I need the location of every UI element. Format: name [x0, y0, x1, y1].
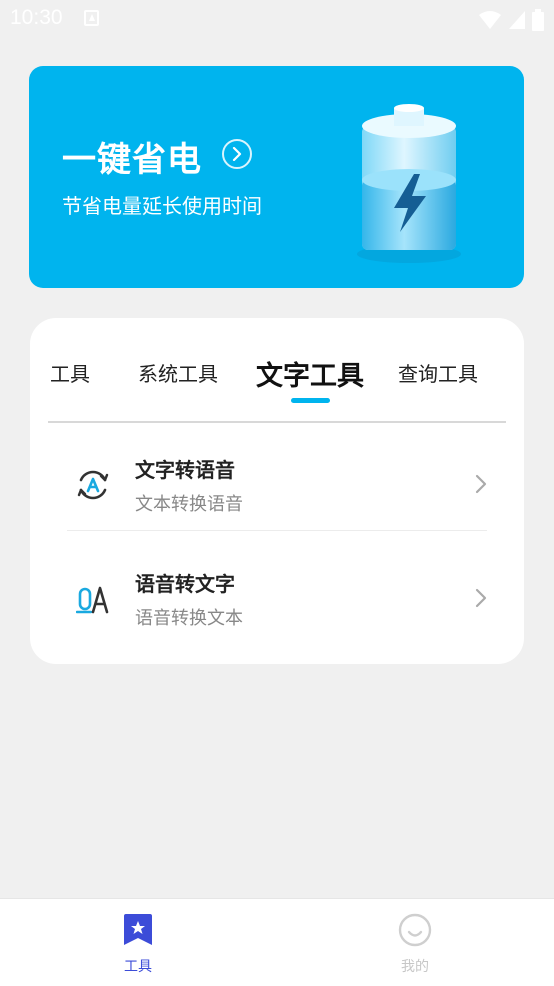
- chevron-right-icon: [475, 474, 487, 494]
- status-bar: 10:30: [0, 0, 554, 38]
- power-saving-banner[interactable]: 一键省电 节省电量延长使用时间: [29, 66, 524, 288]
- nav-item-tools[interactable]: 工具: [78, 899, 198, 986]
- tools-card: 工具 系统工具 文字工具 查询工具 文字转语音 文本转换语音 语音转文字 语音转…: [30, 318, 524, 664]
- tabs-divider: [48, 421, 506, 423]
- tab-tools[interactable]: 工具: [50, 358, 90, 387]
- tab-text-tools[interactable]: 文字工具: [256, 354, 364, 393]
- status-time: 10:30: [10, 6, 63, 29]
- battery-icon: [357, 104, 461, 263]
- chevron-right-icon: [475, 588, 487, 608]
- item-title: 文字转语音: [135, 458, 235, 482]
- list-item-speech-to-text[interactable]: 语音转文字 语音转换文本: [68, 568, 488, 658]
- bottom-navigation: 工具 我的: [0, 898, 554, 986]
- battery-status-icon: [532, 9, 544, 31]
- banner-subtitle: 节省电量延长使用时间: [62, 194, 262, 218]
- status-icons: [478, 9, 544, 31]
- category-tabs: 工具 系统工具 文字工具 查询工具: [30, 318, 524, 408]
- banner-title: 一键省电: [62, 140, 202, 180]
- speech-to-text-icon: [76, 586, 109, 614]
- tab-system-tools[interactable]: 系统工具: [138, 358, 218, 387]
- list-divider: [67, 530, 487, 531]
- nav-label: 工具: [124, 959, 152, 975]
- bookmark-star-icon: [124, 914, 152, 945]
- chevron-right-circle-icon[interactable]: [222, 139, 252, 169]
- item-title: 语音转文字: [135, 572, 235, 596]
- notification-icon: [84, 10, 99, 26]
- signal-icon: [509, 11, 525, 29]
- nav-item-mine[interactable]: 我的: [355, 899, 475, 986]
- tab-indicator: [291, 398, 330, 403]
- text-to-speech-icon: [77, 470, 109, 500]
- tab-query-tools[interactable]: 查询工具: [398, 358, 478, 387]
- wifi-icon: [479, 11, 501, 29]
- nav-label: 我的: [401, 959, 429, 975]
- smiley-icon: [398, 913, 432, 947]
- item-subtitle: 文本转换语音: [135, 494, 243, 515]
- item-subtitle: 语音转换文本: [135, 608, 243, 629]
